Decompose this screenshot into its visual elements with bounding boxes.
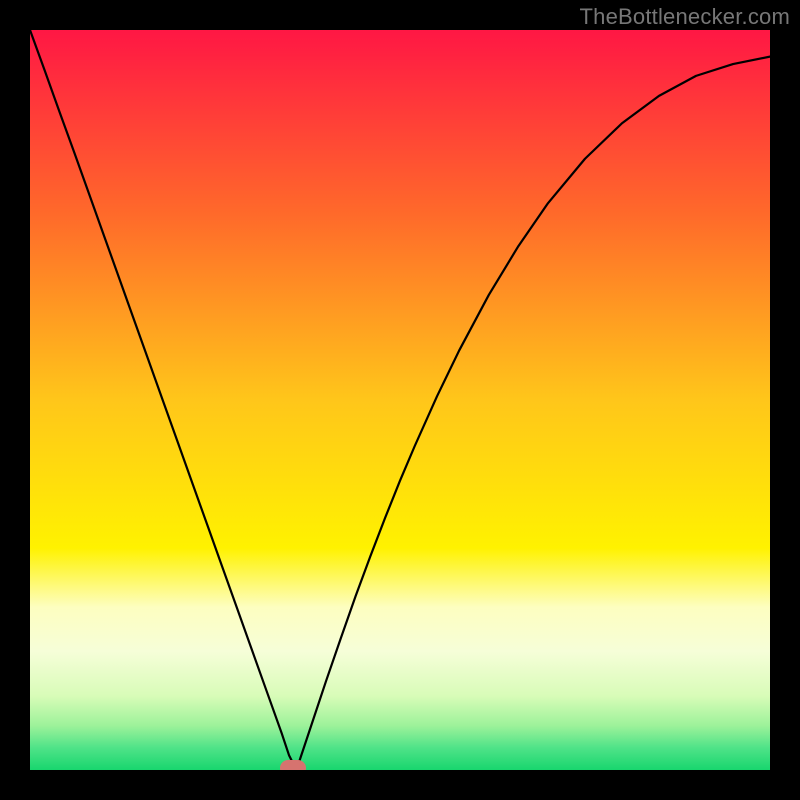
plot-area [30,30,770,770]
attribution-label: TheBottlenecker.com [580,4,790,30]
optimal-point-marker [280,760,306,770]
chart-frame: TheBottlenecker.com [0,0,800,800]
bottleneck-curve [30,30,770,770]
